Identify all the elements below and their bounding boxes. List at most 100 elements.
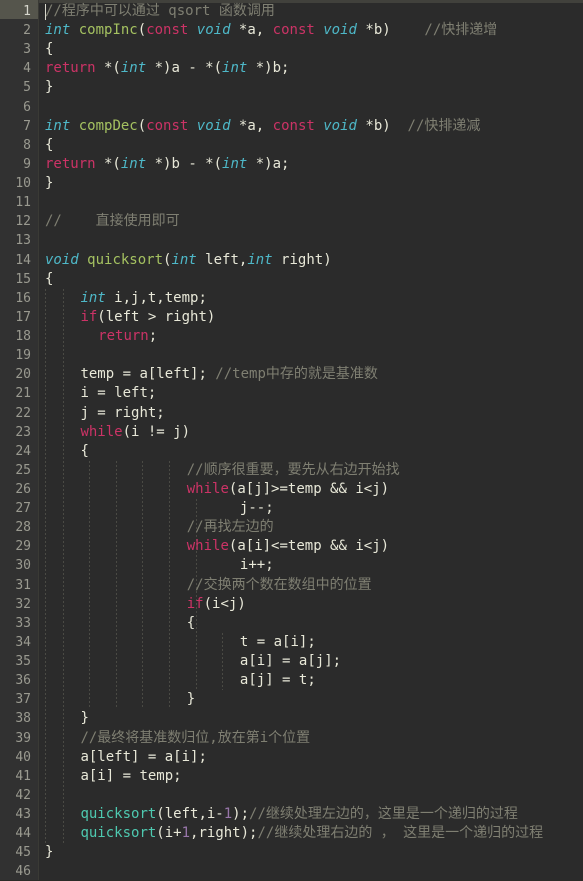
token-plain: *)b - *( bbox=[146, 155, 223, 172]
code-editor[interactable]: 1 2 3 4 5 6 7 8 9 10 11 12 13 14 15 16 17 18 19 20 21 22 23 24 2… bbox=[0, 0, 583, 880]
token-kw: const bbox=[146, 117, 189, 134]
token-plain: *b) bbox=[356, 22, 425, 39]
code-line[interactable]: { bbox=[45, 270, 53, 289]
token-plain: right) bbox=[272, 251, 332, 268]
token-kw: return bbox=[45, 155, 96, 172]
code-line[interactable]: a[i] = temp; bbox=[80, 767, 181, 786]
token-plain: i = left; bbox=[80, 385, 157, 402]
token-kw: const bbox=[272, 117, 315, 134]
token-plain: j = right; bbox=[80, 404, 165, 421]
token-type: int bbox=[222, 60, 248, 77]
code-line[interactable]: //最终将基准数归位,放在第i个位置 bbox=[80, 729, 310, 748]
line-number: 6 bbox=[23, 99, 31, 115]
token-plain: ( bbox=[137, 117, 147, 134]
token-cmt: //继续处理左边的，这里是一个递归的过程 bbox=[249, 806, 518, 823]
code-line[interactable]: } bbox=[80, 709, 88, 728]
code-line[interactable]: int compDec(const void *a, const void *b… bbox=[45, 117, 480, 136]
code-line[interactable]: int i,j,t,temp; bbox=[80, 289, 206, 308]
code-surface[interactable]: //程序中可以通过 qsort 函数调用 int compInc(const vo… bbox=[39, 0, 583, 880]
code-line[interactable]: int compInc(const void *a, const void *b… bbox=[45, 21, 497, 40]
code-line[interactable]: // 直接使用即可 bbox=[45, 212, 180, 231]
token-plain: { bbox=[45, 270, 54, 287]
line-number: 28 bbox=[15, 520, 31, 536]
token-plain: } bbox=[45, 844, 54, 861]
code-line[interactable]: quicksort(i+1,right);//继续处理右边的 ， 这里是一个递归… bbox=[80, 824, 543, 843]
token-plain: *b) bbox=[356, 117, 408, 134]
token-plain: (a[j]>=temp && i<j) bbox=[228, 481, 390, 497]
code-line[interactable]: { bbox=[45, 136, 53, 155]
line-number: 15 bbox=[15, 271, 31, 287]
code-line[interactable]: if(left > right) bbox=[80, 308, 215, 327]
line-number: 36 bbox=[15, 673, 31, 689]
token-plain: ); bbox=[232, 806, 250, 823]
code-line[interactable]: void quicksort(int left,int right) bbox=[45, 251, 332, 270]
code-line[interactable]: temp = a[left]; //temp中存的就是基准数 bbox=[80, 365, 377, 384]
code-line[interactable]: while(a[i]<=temp && i<j) bbox=[187, 537, 389, 556]
token-plain: (i<j) bbox=[203, 595, 246, 612]
code-line[interactable]: //程序中可以通过 qsort 函数调用 bbox=[45, 2, 275, 21]
line-number: 20 bbox=[15, 367, 31, 383]
token-plain: } bbox=[45, 175, 54, 192]
token-plain: ,right); bbox=[190, 825, 258, 842]
code-line[interactable]: { bbox=[45, 40, 53, 59]
code-line[interactable]: { bbox=[187, 614, 195, 633]
code-line[interactable]: a[j] = t; bbox=[240, 671, 316, 690]
code-line[interactable]: t = a[i]; bbox=[240, 633, 316, 652]
code-line[interactable]: return *(int *)b - *(int *)a; bbox=[45, 155, 289, 174]
token-call: quicksort bbox=[80, 825, 157, 842]
code-line[interactable]: while(i != j) bbox=[80, 423, 190, 442]
code-line[interactable]: //顺序很重要，要先从右边开始找 bbox=[187, 461, 400, 480]
code-line[interactable]: //交换两个数在数组中的位置 bbox=[187, 576, 372, 595]
code-line[interactable]: i = left; bbox=[80, 384, 156, 403]
line-number: 32 bbox=[15, 596, 31, 612]
token-kw: while bbox=[186, 538, 229, 555]
code-line[interactable]: i++; bbox=[240, 556, 274, 575]
code-line[interactable]: j = right; bbox=[80, 404, 164, 423]
code-line[interactable]: a[left] = a[i]; bbox=[80, 748, 206, 767]
token-plain: a[i] = a[j]; bbox=[239, 653, 342, 670]
token-kw: while bbox=[80, 423, 123, 440]
code-line[interactable]: return; bbox=[98, 327, 157, 346]
code-line[interactable]: } bbox=[187, 690, 195, 709]
code-line[interactable]: { bbox=[80, 442, 88, 461]
line-number: 23 bbox=[15, 424, 31, 440]
token-type: int bbox=[171, 251, 197, 268]
line-number: 30 bbox=[15, 558, 31, 574]
line-number: 22 bbox=[15, 405, 31, 421]
line-number: 18 bbox=[15, 329, 31, 345]
code-line[interactable]: //再找左边的 bbox=[187, 518, 274, 537]
code-line[interactable]: while(a[j]>=temp && i<j) bbox=[187, 480, 389, 499]
line-number: 46 bbox=[15, 864, 31, 880]
token-cmt: //快排递增 bbox=[424, 22, 498, 39]
line-number: 24 bbox=[15, 443, 31, 459]
indent-guide bbox=[142, 460, 144, 710]
code-line[interactable]: if(i<j) bbox=[187, 595, 246, 614]
line-number: 2 bbox=[23, 23, 31, 39]
code-line[interactable]: a[i] = a[j]; bbox=[240, 652, 341, 671]
code-line[interactable]: j--; bbox=[240, 499, 274, 518]
line-number: 3 bbox=[23, 42, 31, 58]
token-type: void bbox=[323, 22, 357, 39]
code-line[interactable]: quicksort(left,i-1);//继续处理左边的，这里是一个递归的过程 bbox=[80, 805, 517, 824]
code-line[interactable]: } bbox=[45, 174, 53, 193]
token-plain: { bbox=[45, 136, 54, 153]
code-line[interactable]: } bbox=[45, 843, 53, 862]
token-type: int bbox=[120, 155, 147, 172]
token-plain: *)a; bbox=[247, 155, 290, 172]
token-plain: j--; bbox=[239, 500, 274, 517]
token-cmt: //顺序很重要，要先从右边开始找 bbox=[186, 461, 400, 478]
line-number: 9 bbox=[23, 156, 31, 172]
token-type: int bbox=[45, 117, 71, 134]
line-number: 40 bbox=[15, 749, 31, 765]
line-number: 39 bbox=[15, 730, 31, 746]
token-plain: *)a - *( bbox=[146, 60, 223, 77]
code-line[interactable]: } bbox=[45, 78, 53, 97]
token-plain: *( bbox=[95, 155, 121, 172]
line-number: 44 bbox=[15, 826, 31, 842]
token-cmt: // 直接使用即可 bbox=[45, 213, 180, 230]
code-line[interactable]: return *(int *)a - *(int *)b; bbox=[45, 59, 289, 78]
token-plain: *a, bbox=[230, 22, 273, 39]
